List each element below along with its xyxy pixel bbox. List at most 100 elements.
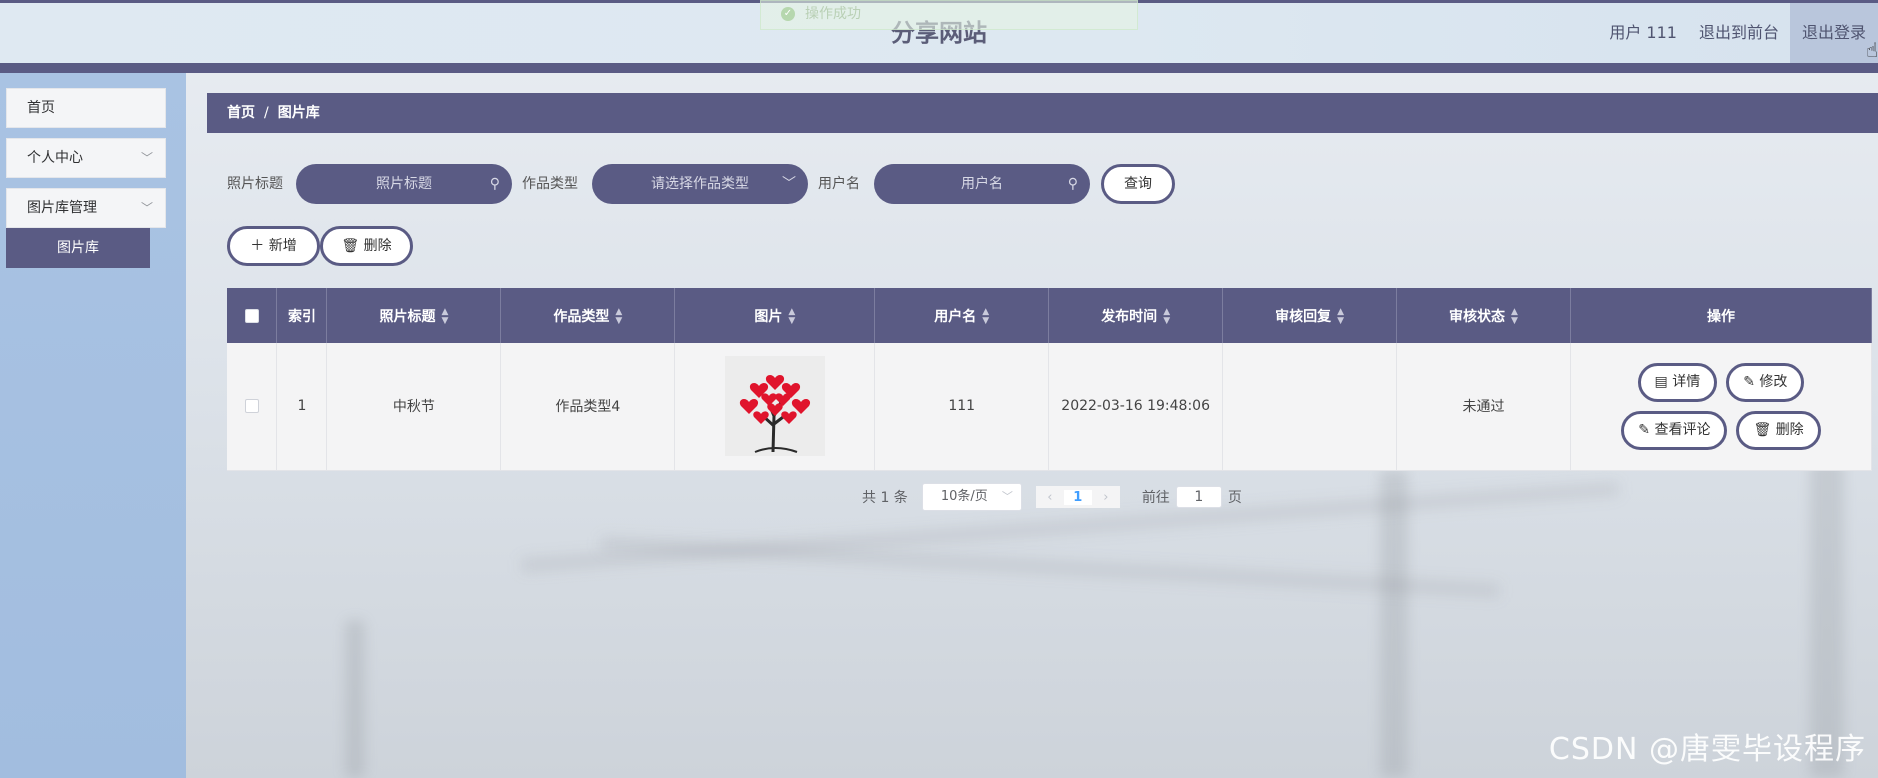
detail-button[interactable]: ▤ 详情	[1637, 362, 1718, 402]
toast-message: 操作成功	[805, 6, 861, 22]
success-toast: ✓ 操作成功	[760, 0, 1138, 30]
index-cell: 1	[276, 343, 328, 471]
plus-icon: ＋	[250, 238, 265, 254]
type-cell: 作品类型4	[500, 343, 676, 471]
column-header-label: 发布时间	[1101, 308, 1158, 325]
column-header-label: 索引	[287, 308, 316, 325]
username-search-placeholder: 用户名	[961, 176, 1003, 192]
header-links: 用户 111 退出到前台 退出登录	[1598, 3, 1878, 63]
chevron-down-icon: ﹀	[140, 151, 153, 165]
pagination: 共 1 条 10条/页 ﹀ ‹ 1 › 前往 1 页	[862, 483, 1242, 511]
breadcrumb-current: 图片库	[277, 105, 320, 121]
type-filter-label: 作品类型	[522, 176, 578, 192]
review-reply-cell	[1222, 343, 1398, 471]
page-unit-label: 页	[1227, 490, 1242, 506]
sidebar-item-home[interactable]: 首页	[6, 88, 166, 128]
sidebar-item-personal-center[interactable]: 个人中心 ﹀	[6, 138, 166, 178]
breadcrumb: 首页 / 图片库	[207, 93, 1878, 133]
image-cell	[674, 343, 876, 471]
table-header-row: 索引 照片标题 ▲ ▼ 作品类型 ▲ ▼ 图片 ▲ ▼ 用户名 ▲ ▼ 发布时间 ▲ ▼ 审核回复 ▲…	[227, 288, 1873, 343]
gallery-table: 索引 照片标题 ▲ ▼ 作品类型 ▲ ▼ 图片 ▲ ▼ 用户名 ▲ ▼ 发布时间 ▲ ▼ 审核回复 ▲…	[227, 288, 1873, 471]
sort-icon[interactable]: ▲ ▼	[441, 307, 448, 326]
type-select[interactable]: 请选择作品类型 ﹀	[592, 164, 808, 204]
type-select-placeholder: 请选择作品类型	[651, 176, 749, 192]
view-comments-label: 查看评论	[1654, 421, 1711, 438]
column-header-label: 作品类型	[553, 308, 610, 325]
header-strip	[0, 63, 1878, 73]
back-to-front-link[interactable]: 退出到前台	[1688, 3, 1790, 63]
column-header-label: 审核回复	[1275, 308, 1332, 325]
title-search-placeholder: 照片标题	[376, 176, 432, 192]
total-count: 共 1 条	[862, 490, 908, 506]
select-all-cell	[227, 288, 278, 343]
chevron-down-icon: ﹀	[1001, 490, 1013, 503]
sort-icon[interactable]: ▲ ▼	[1163, 307, 1170, 326]
sidebar-item-label: 首页	[27, 100, 55, 116]
operations-cell: ▤ 详情 ✎ 修改 ✎ 查看评论 🗑 删除	[1570, 343, 1873, 471]
column-header[interactable]: 发布时间 ▲ ▼	[1048, 288, 1224, 343]
row-checkbox[interactable]	[244, 399, 259, 414]
column-header[interactable]: 审核回复 ▲ ▼	[1222, 288, 1398, 343]
column-header[interactable]: 审核状态 ▲ ▼	[1396, 288, 1571, 343]
add-button-label: 新增	[268, 238, 297, 254]
sort-icon[interactable]: ▲ ▼	[615, 307, 622, 326]
pencil-icon: ✎	[1743, 373, 1755, 390]
logout-link[interactable]: 退出登录	[1789, 3, 1878, 63]
page-navigator: ‹ 1 ›	[1035, 486, 1120, 508]
column-header[interactable]: 用户名 ▲ ▼	[874, 288, 1050, 343]
column-header: 索引	[276, 288, 328, 343]
page-size-select[interactable]: 10条/页 ﹀	[921, 483, 1022, 511]
row-delete-label: 删除	[1775, 421, 1804, 438]
heart-tree-thumbnail[interactable]	[724, 356, 825, 457]
sidebar-item-gallery-management[interactable]: 图片库管理 ﹀	[6, 188, 166, 228]
title-cell: 中秋节	[326, 343, 502, 471]
next-page-icon[interactable]: ›	[1092, 490, 1120, 505]
column-header-label: 用户名	[934, 308, 977, 325]
trash-icon: 🗑	[1753, 421, 1772, 438]
bulk-delete-label: 删除	[363, 238, 392, 254]
edit-label: 修改	[1759, 373, 1788, 390]
chevron-down-icon: ﹀	[140, 201, 153, 215]
username-filter-label: 用户名	[818, 176, 860, 192]
sidebar-item-label: 图片库管理	[27, 200, 97, 216]
sort-icon[interactable]: ▲ ▼	[982, 307, 989, 326]
select-all-checkbox[interactable]	[244, 308, 259, 323]
column-header-label: 审核状态	[1449, 308, 1506, 325]
trash-icon: 🗑	[341, 238, 360, 254]
page-number-current[interactable]: 1	[1063, 489, 1092, 505]
query-button[interactable]: 查询	[1101, 164, 1175, 204]
page-size-value: 10条/页	[940, 489, 988, 504]
row-delete-button[interactable]: 🗑 删除	[1736, 410, 1821, 450]
sidebar-item-label: 个人中心	[27, 150, 83, 166]
sort-icon[interactable]: ▲ ▼	[1337, 307, 1344, 326]
view-comments-button[interactable]: ✎ 查看评论	[1621, 410, 1728, 450]
bulk-delete-button[interactable]: 🗑 删除	[320, 226, 413, 266]
breadcrumb-separator: /	[264, 105, 269, 121]
column-header[interactable]: 作品类型 ▲ ▼	[500, 288, 676, 343]
column-header[interactable]: 图片 ▲ ▼	[674, 288, 876, 343]
search-icon: ⚲	[1067, 176, 1078, 192]
column-header-label: 操作	[1706, 308, 1735, 325]
publish-time-cell: 2022-03-16 19:48:06	[1048, 343, 1224, 471]
pencil-icon: ✎	[1638, 421, 1650, 438]
username-search-input[interactable]: 用户名 ⚲	[874, 164, 1090, 204]
breadcrumb-home[interactable]: 首页	[227, 105, 255, 121]
column-header-label: 图片	[754, 308, 783, 325]
hand-cursor-icon: ☝	[1866, 38, 1878, 62]
column-header[interactable]: 照片标题 ▲ ▼	[326, 288, 502, 343]
add-button[interactable]: ＋ 新增	[227, 226, 320, 266]
chevron-down-icon: ﹀	[782, 176, 796, 192]
title-search-input[interactable]: 照片标题 ⚲	[296, 164, 512, 204]
row-select-cell	[227, 343, 278, 471]
csdn-watermark: CSDN @唐雯毕设程序	[1548, 732, 1866, 767]
sort-icon[interactable]: ▲ ▼	[788, 307, 795, 326]
sidebar-subitem-gallery[interactable]: 图片库	[6, 228, 150, 268]
prev-page-icon[interactable]: ‹	[1036, 490, 1064, 505]
goto-label: 前往	[1141, 490, 1170, 506]
sort-icon[interactable]: ▲ ▼	[1511, 307, 1518, 326]
goto-page-input[interactable]: 1	[1175, 486, 1222, 508]
current-user-label: 用户 111	[1609, 23, 1677, 42]
edit-button[interactable]: ✎ 修改	[1726, 362, 1805, 402]
review-status-cell: 未通过	[1396, 343, 1571, 471]
column-header-label: 照片标题	[379, 308, 436, 325]
